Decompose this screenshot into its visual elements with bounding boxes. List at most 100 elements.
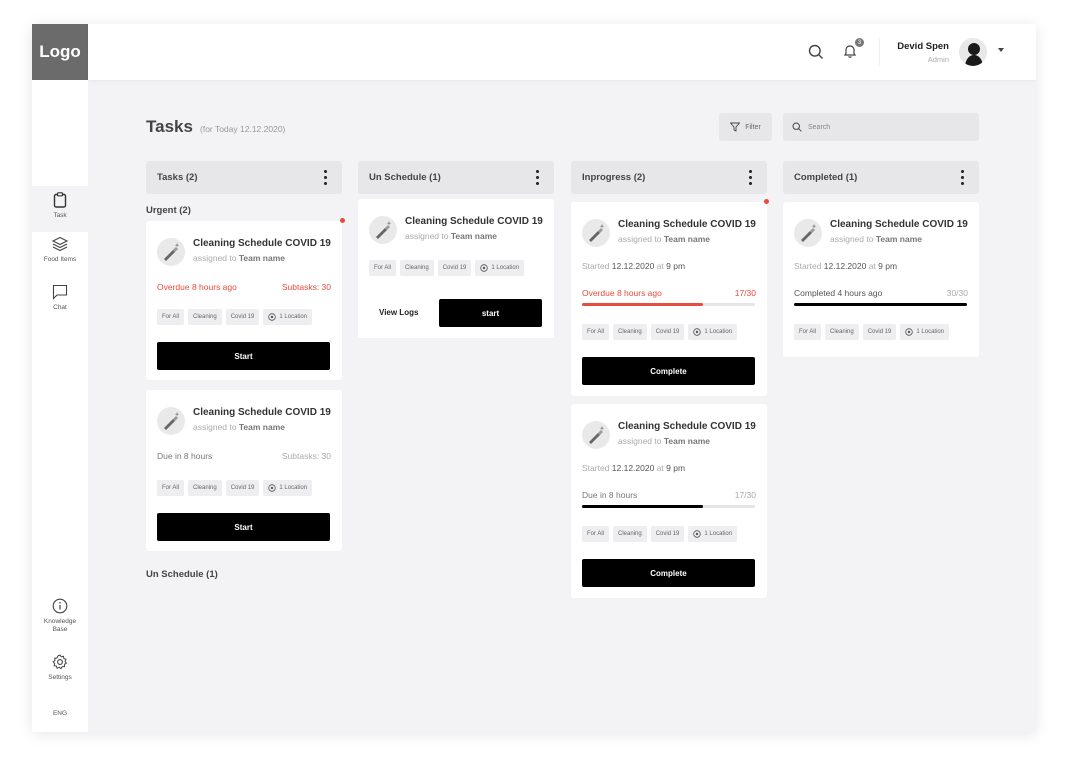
search-icon — [792, 122, 802, 132]
app-window: Logo 3 Devid Spen Admin Task Food Items … — [32, 24, 1036, 732]
location-pin-icon — [693, 530, 702, 538]
progress-bar — [582, 303, 755, 306]
cleaning-icon — [157, 407, 185, 435]
start-button[interactable]: Start — [157, 513, 330, 541]
more-vertical-icon[interactable] — [749, 170, 752, 185]
more-vertical-icon[interactable] — [536, 170, 539, 185]
assignee-name[interactable]: Team name — [664, 234, 710, 244]
tag: Covid 19 — [650, 526, 685, 542]
tag-list: For All Cleaning Covid 19 1 Location — [794, 324, 950, 340]
assignee-name[interactable]: Team name — [451, 231, 497, 241]
cleaning-icon — [157, 238, 185, 266]
task-title: Cleaning Schedule COVID 19 — [830, 219, 968, 230]
start-button[interactable]: Start — [157, 342, 330, 370]
progress-bar — [582, 505, 755, 508]
task-card[interactable]: Cleaning Schedule COVID 19 assigned to T… — [358, 199, 554, 338]
gear-icon — [52, 654, 68, 670]
section-urgent: Urgent (2) — [146, 205, 191, 216]
tag: Covid 19 — [650, 324, 685, 340]
urgent-indicator — [764, 199, 769, 204]
location-pin-icon — [480, 264, 489, 272]
task-assignment: assigned to Team name — [405, 231, 497, 241]
tag: For All — [157, 480, 185, 496]
filter-button[interactable]: Filter — [719, 113, 772, 141]
task-card[interactable]: Cleaning Schedule COVID 19 assigned to T… — [146, 390, 342, 551]
task-card[interactable]: Cleaning Schedule COVID 19 assigned to T… — [783, 202, 979, 357]
assignee-name[interactable]: Team name — [239, 422, 285, 432]
tag-list: For All Cleaning Covid 19 1 Location — [157, 309, 313, 325]
complete-button[interactable]: Complete — [582, 559, 755, 587]
sidebar-item-label: Task — [53, 212, 67, 219]
task-assignment: assigned to Team name — [830, 234, 922, 244]
column-title: Inprogress (2) — [582, 172, 646, 183]
clipboard-icon — [53, 192, 67, 208]
chat-icon — [52, 284, 68, 300]
notification-badge: 3 — [855, 38, 864, 47]
column-header-tasks: Tasks (2) — [146, 161, 342, 194]
search-icon[interactable] — [806, 42, 826, 62]
start-button[interactable]: start — [439, 299, 542, 327]
language-selector[interactable]: ENG — [32, 710, 88, 722]
assignee-name[interactable]: Team name — [239, 253, 285, 263]
column-title: Un Schedule (1) — [369, 172, 441, 183]
tag: Cleaning — [825, 324, 859, 340]
page-title: Tasks — [146, 117, 193, 136]
page-subtitle: (for Today 12.12.2020) — [200, 124, 286, 134]
tag-list: For All Cleaning Covid 19 1 Location — [157, 480, 313, 496]
complete-button[interactable]: Complete — [582, 357, 755, 385]
task-card[interactable]: Cleaning Schedule COVID 19 assigned to T… — [571, 202, 767, 396]
sidebar-item-label: Food Items — [43, 256, 77, 263]
sidebar-item-chat[interactable]: Chat — [32, 284, 88, 320]
top-bar — [88, 24, 1036, 80]
search-input[interactable]: Search — [783, 113, 979, 141]
status-text: Overdue 8 hours ago — [582, 288, 662, 298]
section-unschedule: Un Schedule (1) — [146, 569, 218, 580]
location-pin-icon — [268, 484, 277, 492]
cleaning-icon — [794, 219, 822, 247]
sidebar-item-label: Knowledge Base — [43, 618, 77, 633]
assignee-name[interactable]: Team name — [876, 234, 922, 244]
tag-location: 1 Location — [900, 324, 950, 340]
tag-location: 1 Location — [475, 260, 525, 276]
more-vertical-icon[interactable] — [324, 170, 327, 185]
logo[interactable]: Logo — [32, 24, 88, 80]
status-text: Due in 8 hours — [157, 451, 213, 461]
bell-icon[interactable]: 3 — [840, 38, 864, 61]
sidebar-item-knowledge-base[interactable]: Knowledge Base — [32, 598, 88, 640]
tag-location: 1 Location — [688, 324, 738, 340]
location-pin-icon — [905, 328, 914, 336]
task-assignment: assigned to Team name — [193, 253, 285, 263]
search-placeholder: Search — [808, 123, 831, 131]
started-text: Started 12.12.2020 at 9 pm — [582, 463, 686, 473]
sidebar-item-task[interactable]: Task — [32, 186, 88, 232]
task-assignment: assigned to Team name — [618, 436, 710, 446]
user-name[interactable]: Devid Spen — [897, 41, 949, 52]
location-pin-icon — [268, 313, 277, 321]
assignee-name[interactable]: Team name — [664, 436, 710, 446]
tag-location: 1 Location — [688, 526, 738, 542]
task-assignment: assigned to Team name — [193, 422, 285, 432]
status-text: Overdue 8 hours ago — [157, 282, 237, 292]
progress-bar — [794, 303, 967, 306]
sidebar-item-food-items[interactable]: Food Items — [32, 236, 88, 272]
column-title: Tasks (2) — [157, 172, 198, 183]
more-vertical-icon[interactable] — [961, 170, 964, 185]
cleaning-icon — [369, 216, 397, 244]
task-title: Cleaning Schedule COVID 19 — [618, 421, 756, 432]
task-title: Cleaning Schedule COVID 19 — [193, 238, 331, 249]
info-icon — [52, 598, 68, 614]
subtasks-count: Subtasks: 30 — [281, 282, 331, 292]
status-text: Due in 8 hours — [582, 490, 638, 500]
task-card[interactable]: Cleaning Schedule COVID 19 assigned to T… — [571, 404, 767, 598]
avatar[interactable] — [959, 38, 987, 66]
tag-location: 1 Location — [263, 480, 313, 496]
task-card[interactable]: Cleaning Schedule COVID 19 assigned to T… — [146, 221, 342, 380]
tag: Cleaning — [613, 324, 647, 340]
tag-list: For All Cleaning Covid 19 1 Location — [369, 260, 525, 276]
chevron-down-icon[interactable] — [998, 48, 1004, 52]
view-logs-link[interactable]: View Logs — [379, 308, 418, 317]
cleaning-icon — [582, 421, 610, 449]
sidebar-item-settings[interactable]: Settings — [32, 654, 88, 688]
tag: Cleaning — [613, 526, 647, 542]
subtasks-count: Subtasks: 30 — [281, 451, 331, 461]
